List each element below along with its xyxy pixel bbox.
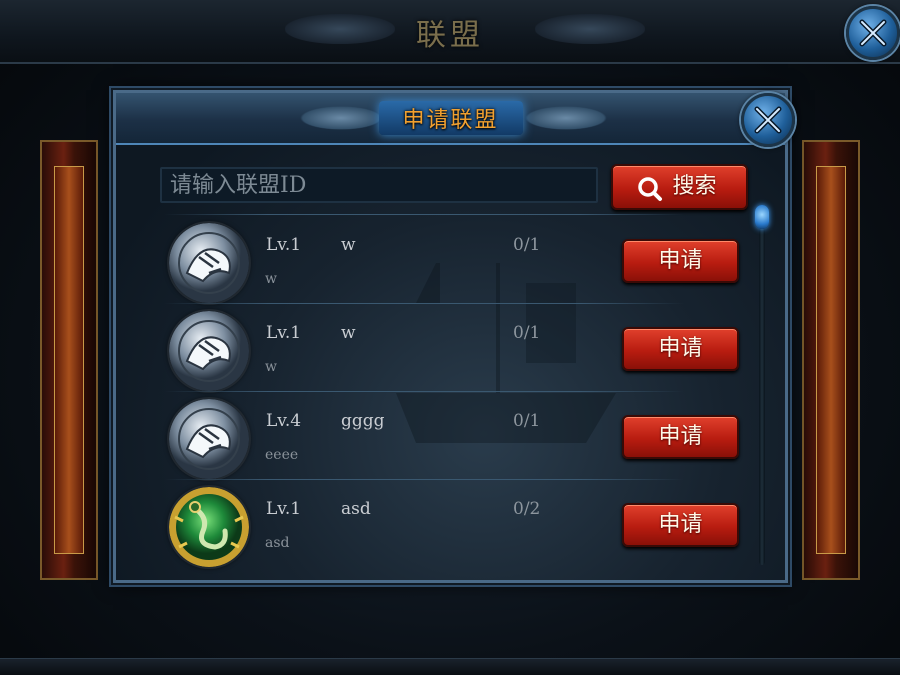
alliance-description: w [265,271,277,287]
alliance-name: gggg [341,411,385,431]
screen-close-button[interactable] [846,6,900,60]
alliance-id-search-input[interactable] [160,167,598,203]
alliance-name: w [341,235,356,255]
apply-button[interactable]: 申请 [622,327,739,371]
alliance-row: Lv.1 w 0/1 w 申请 [164,219,754,305]
white-tiger-emblem-icon [169,311,249,391]
list-divider [164,479,684,480]
alliance-description: eeee [265,447,299,463]
white-tiger-emblem-icon [169,223,249,303]
alliance-row: Lv.1 w 0/1 w 申请 [164,307,754,393]
alliance-member-count: 0/1 [513,323,541,343]
green-dragon-emblem-icon [169,487,249,567]
alliance-member-count: 0/1 [513,411,541,431]
apply-button[interactable]: 申请 [622,239,739,283]
alliance-row: Lv.4 gggg 0/1 eeee 申请 [164,395,754,481]
search-button-label: 搜索 [672,174,717,199]
alliance-name: asd [341,499,371,519]
alliance-member-count: 0/2 [513,499,541,519]
list-divider [164,303,684,304]
bottom-bar [0,658,900,675]
magnifier-icon [638,177,662,201]
apply-alliance-dialog: 申请联盟 搜索 Lv.1 w 0/1 w 申请 [113,90,795,583]
search-button[interactable]: 搜索 [611,164,748,210]
right-decorative-pillar [802,140,860,580]
left-decorative-pillar [40,140,98,580]
scrollbar-thumb[interactable] [755,205,769,229]
alliance-member-count: 0/1 [513,235,541,255]
crossed-swords-close-icon [859,19,887,47]
dialog-title: 申请联盟 [402,108,499,133]
dialog-close-button[interactable] [741,93,795,147]
apply-button[interactable]: 申请 [622,415,739,459]
apply-button[interactable]: 申请 [622,503,739,547]
list-divider [164,391,684,392]
alliance-name: w [341,323,356,343]
alliance-level: Lv.1 [266,499,302,519]
list-divider [164,214,684,215]
alliance-level: Lv.1 [266,235,302,255]
screen-title: 联盟 [416,18,484,53]
crossed-swords-close-icon [754,106,782,134]
top-title-bar: 联盟 [0,0,900,64]
list-scrollbar[interactable] [755,205,769,565]
alliance-description: w [265,359,277,375]
alliance-level: Lv.4 [266,411,302,431]
dialog-header: 申请联盟 [116,93,785,145]
alliance-level: Lv.1 [266,323,302,343]
alliance-row: Lv.1 asd 0/2 asd 申请 [164,483,754,569]
white-tiger-emblem-icon [169,399,249,479]
alliance-description: asd [265,535,290,551]
